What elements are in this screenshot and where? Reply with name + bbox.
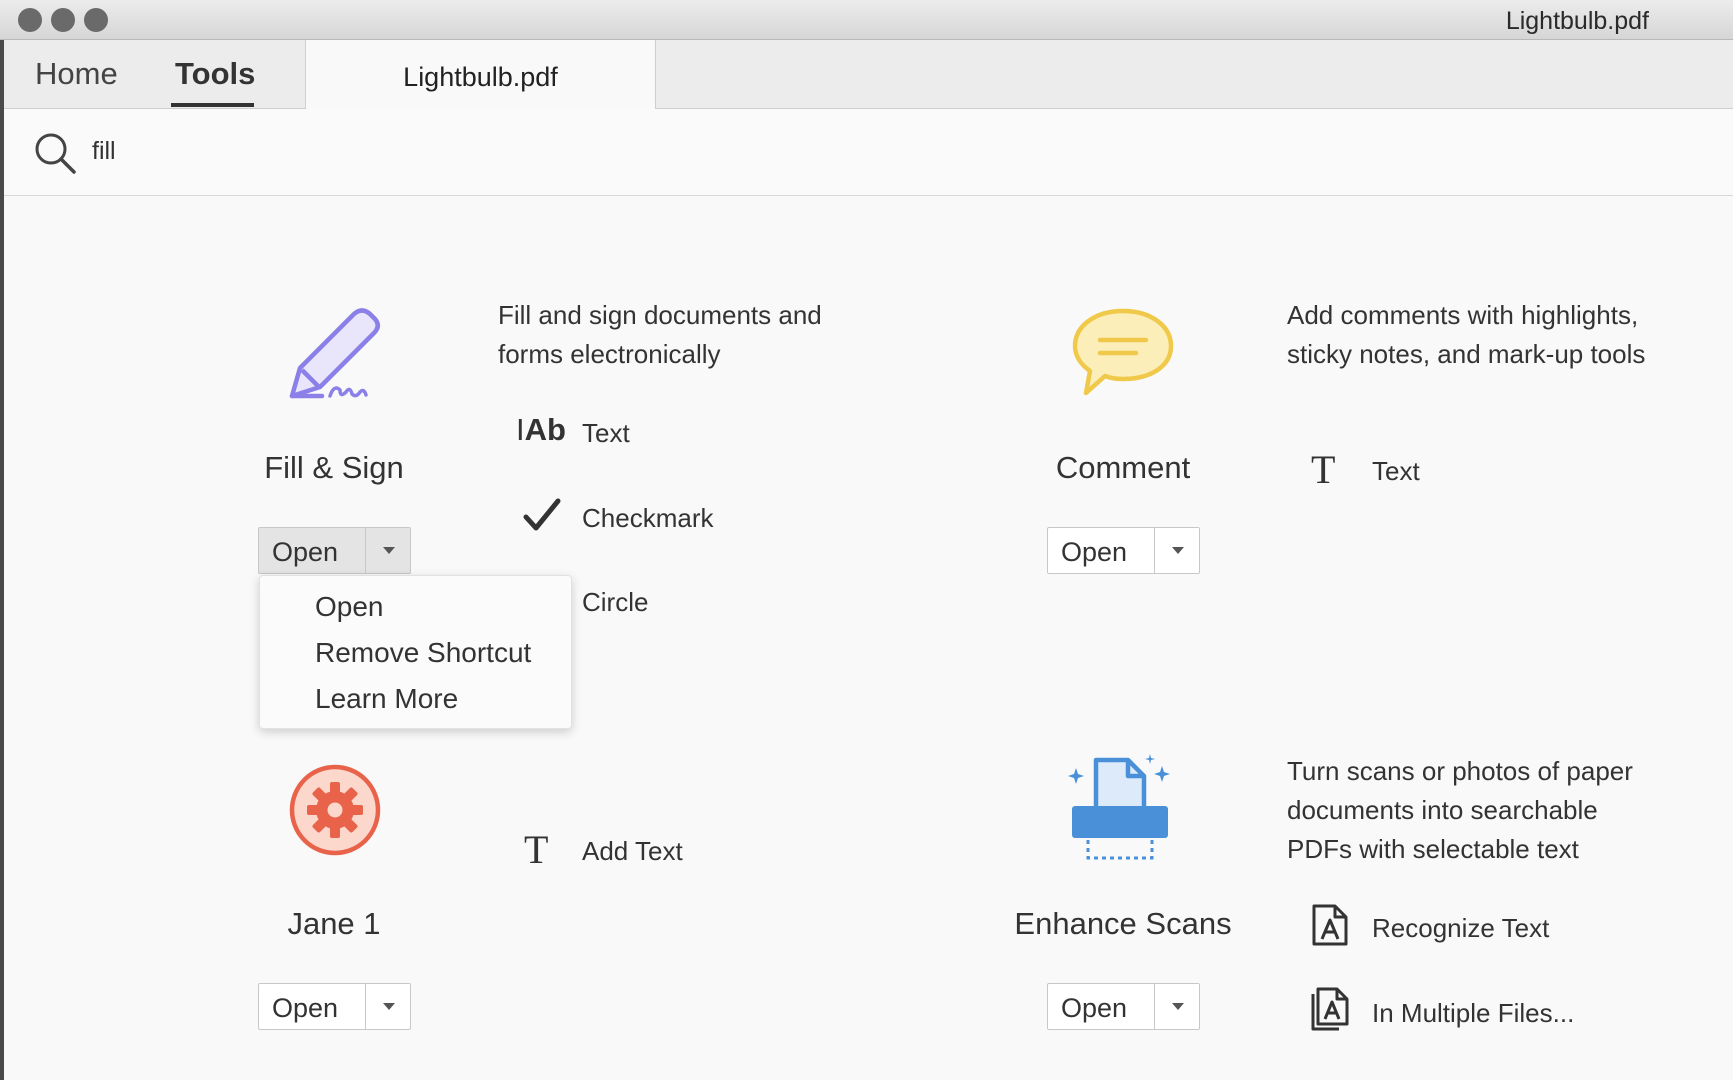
checkmark-icon <box>523 498 561 531</box>
chevron-down-icon[interactable] <box>383 547 395 554</box>
button-divider <box>365 984 366 1029</box>
search-input[interactable] <box>92 131 692 171</box>
button-divider <box>1154 984 1155 1029</box>
subtool-fill-text[interactable]: Text <box>582 418 630 449</box>
window-titlebar: Lightbulb.pdf <box>0 0 1733 40</box>
tab-document[interactable]: Lightbulb.pdf <box>305 40 656 109</box>
zoom-window-button[interactable] <box>84 8 108 32</box>
open-fill-sign-button[interactable]: Open <box>258 527 411 574</box>
active-tab-indicator <box>171 103 254 107</box>
tool-description-enhance-scans: Turn scans or photos of paper documents … <box>1287 752 1633 869</box>
description-line: documents into searchable <box>1287 795 1598 825</box>
open-enhance-scans-button[interactable]: Open <box>1047 983 1200 1030</box>
window-left-edge <box>0 40 4 1080</box>
open-button-label: Open <box>1061 993 1128 1023</box>
chevron-down-icon[interactable] <box>1172 547 1184 554</box>
subtool-comment-text[interactable]: Text <box>1372 456 1420 487</box>
tool-description-comment: Add comments with highlights, sticky not… <box>1287 296 1645 374</box>
multiple-files-icon <box>1311 987 1349 1031</box>
chevron-down-icon[interactable] <box>383 1003 395 1010</box>
tool-name-comment: Comment <box>1055 450 1191 485</box>
close-window-button[interactable] <box>18 8 42 32</box>
tool-search-bar <box>4 109 1733 196</box>
button-divider <box>365 528 366 573</box>
tab-tools[interactable]: Tools <box>175 56 255 92</box>
scanner-icon <box>1068 754 1170 860</box>
recognize-text-icon <box>1312 904 1348 946</box>
subtool-add-text[interactable]: Add Text <box>582 836 683 867</box>
open-button-label: Open <box>272 993 339 1023</box>
description-line: PDFs with selectable text <box>1287 834 1579 864</box>
window-title: Lightbulb.pdf <box>1505 7 1649 35</box>
menu-item-remove-shortcut[interactable]: Remove Shortcut <box>315 637 531 669</box>
open-button-label: Open <box>272 537 339 567</box>
gear-icon <box>289 764 381 856</box>
text-tool-icon: T <box>524 827 549 872</box>
subtool-checkmark[interactable]: Checkmark <box>582 503 713 534</box>
tool-name-fill-sign: Fill & Sign <box>264 450 404 485</box>
menu-item-open[interactable]: Open <box>315 591 384 623</box>
description-line: Fill and sign documents and <box>498 300 822 330</box>
text-field-icon: IAb <box>516 412 566 447</box>
description-line: sticky notes, and mark-up tools <box>1287 339 1646 369</box>
description-line: forms electronically <box>498 339 721 369</box>
tool-name-enhance-scans: Enhance Scans <box>1014 906 1232 941</box>
open-options-dropdown: Open Remove Shortcut Learn More <box>259 575 572 729</box>
tab-bar: Home Tools Lightbulb.pdf <box>4 40 1733 109</box>
open-button-label: Open <box>1061 537 1128 567</box>
description-line: Turn scans or photos of paper <box>1287 756 1633 786</box>
button-divider <box>1154 528 1155 573</box>
tab-home[interactable]: Home <box>35 56 118 92</box>
menu-item-learn-more[interactable]: Learn More <box>315 683 458 715</box>
open-jane-1-button[interactable]: Open <box>258 983 411 1030</box>
open-comment-button[interactable]: Open <box>1047 527 1200 574</box>
search-icon <box>35 133 76 174</box>
pen-sign-icon <box>289 308 380 399</box>
text-tool-icon: T <box>1311 447 1336 492</box>
subtool-circle[interactable]: Circle <box>582 587 648 618</box>
description-line: Add comments with highlights, <box>1287 300 1639 330</box>
speech-bubble-icon <box>1072 308 1174 396</box>
minimize-window-button[interactable] <box>51 8 75 32</box>
tool-name-jane-1: Jane 1 <box>287 906 381 941</box>
chevron-down-icon[interactable] <box>1172 1003 1184 1010</box>
subtool-multiple-files[interactable]: In Multiple Files... <box>1372 998 1574 1029</box>
subtool-recognize-text[interactable]: Recognize Text <box>1372 913 1549 944</box>
tool-description-fill-sign: Fill and sign documents and forms electr… <box>498 296 822 374</box>
